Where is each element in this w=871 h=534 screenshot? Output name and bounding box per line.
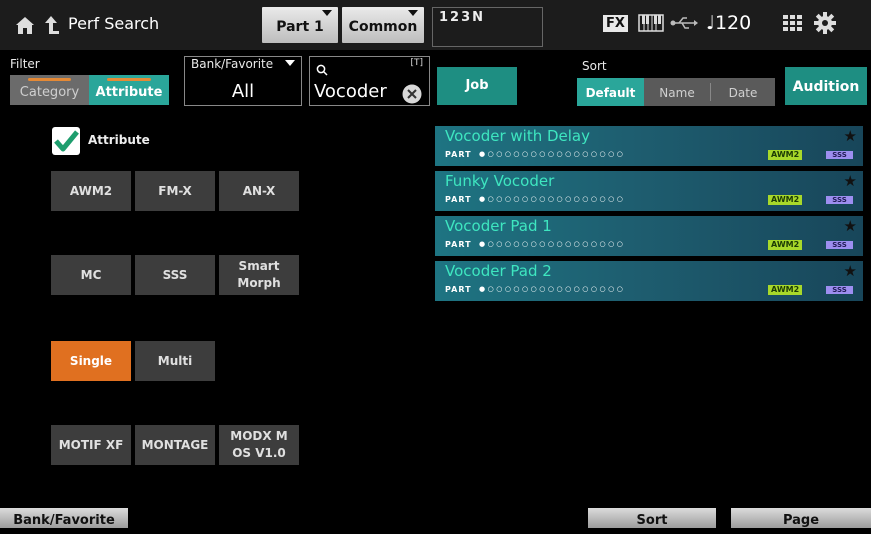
page-title: Perf Search	[68, 14, 160, 33]
attr-smart-morph-button[interactable]: Smart Morph	[219, 255, 299, 295]
sss-badge: SSS	[826, 151, 853, 159]
awm2-badge: AWM2	[768, 195, 803, 205]
attr-multi-button[interactable]: Multi	[135, 341, 215, 381]
back-arrow-icon[interactable]	[42, 13, 60, 37]
part-tab-label: Part 1	[276, 19, 324, 35]
sort-selector: Default Name Date	[577, 78, 775, 106]
performance-name: Vocoder with Delay	[445, 127, 590, 145]
attribute-checkbox[interactable]	[52, 127, 80, 155]
gear-icon[interactable]	[814, 12, 836, 34]
star-icon[interactable]: ★	[844, 172, 857, 190]
performance-name: Vocoder Pad 1	[445, 217, 552, 235]
filter-category-button[interactable]: Category	[10, 75, 89, 105]
attr-modx-m-os-button[interactable]: MODX M OS V1.0	[219, 425, 299, 465]
part-indicator: ●○○○○○○○○○○○○○○○○	[479, 195, 626, 203]
filter-category-label: Category	[19, 85, 80, 100]
common-tab-label: Common	[348, 19, 418, 35]
result-item[interactable]: Vocoder Pad 1 ★ PART ●○○○○○○○○○○○○○○○○ A…	[435, 216, 863, 256]
star-icon[interactable]: ★	[844, 262, 857, 280]
attr-mc-button[interactable]: MC	[51, 255, 131, 295]
text-input-tag: [T]	[410, 58, 423, 68]
check-icon	[54, 130, 79, 152]
part-indicator: ●○○○○○○○○○○○○○○○○	[479, 150, 626, 158]
part-label: PART	[445, 285, 472, 294]
result-item[interactable]: Vocoder with Delay ★ PART ●○○○○○○○○○○○○○…	[435, 126, 863, 166]
tempo-display[interactable]: ♩120	[706, 12, 751, 34]
filter-label: Filter	[10, 57, 40, 71]
usb-icon	[670, 15, 698, 31]
sort-date-button[interactable]: Date	[711, 78, 775, 106]
attr-an-x-button[interactable]: AN-X	[219, 171, 299, 211]
part-label: PART	[445, 150, 472, 159]
performance-name: Vocoder Pad 2	[445, 262, 552, 280]
performance-name: Funky Vocoder	[445, 172, 555, 190]
star-icon[interactable]: ★	[844, 217, 857, 235]
result-item[interactable]: Funky Vocoder ★ PART ●○○○○○○○○○○○○○○○○ A…	[435, 171, 863, 211]
chevron-down-icon	[285, 60, 295, 66]
clear-icon[interactable]	[402, 84, 422, 104]
attr-single-button[interactable]: Single	[51, 341, 131, 381]
sort-label: Sort	[582, 59, 607, 73]
search-field[interactable]: [T] Vocoder	[309, 56, 430, 106]
result-item[interactable]: Vocoder Pad 2 ★ PART ●○○○○○○○○○○○○○○○○ A…	[435, 261, 863, 301]
filter-attribute-label: Attribute	[95, 85, 163, 100]
awm2-badge: AWM2	[768, 285, 803, 295]
part-label: PART	[445, 195, 472, 204]
part-label: PART	[445, 240, 472, 249]
chevron-down-icon	[408, 10, 418, 16]
chevron-down-icon	[322, 10, 332, 16]
filter-attribute-button[interactable]: Attribute	[89, 75, 169, 105]
job-button[interactable]: Job	[437, 67, 517, 105]
keyboard-icon[interactable]	[638, 13, 664, 33]
bank-indicator: 123N	[432, 7, 543, 47]
attr-montage-button[interactable]: MONTAGE	[135, 425, 215, 465]
part-indicator: ●○○○○○○○○○○○○○○○○	[479, 285, 626, 293]
grid-icon[interactable]	[783, 15, 802, 32]
bank-favorite-value: All	[231, 81, 255, 102]
bank-favorite-button[interactable]: Bank/Favorite	[0, 508, 128, 528]
sss-badge: SSS	[826, 196, 853, 204]
indicator-line	[107, 78, 151, 81]
home-icon[interactable]	[14, 14, 36, 36]
indicator-line	[28, 78, 71, 81]
sort-button[interactable]: Sort	[588, 508, 716, 528]
page-button[interactable]: Page	[731, 508, 871, 528]
search-input[interactable]: Vocoder	[314, 81, 387, 102]
awm2-badge: AWM2	[768, 150, 803, 160]
sss-badge: SSS	[826, 286, 853, 294]
search-icon	[316, 61, 328, 76]
awm2-badge: AWM2	[768, 240, 803, 250]
common-tab[interactable]: Common	[342, 7, 424, 43]
attr-fm-x-button[interactable]: FM-X	[135, 171, 215, 211]
bank-favorite-selector[interactable]: Bank/Favorite All	[184, 56, 302, 106]
sss-badge: SSS	[826, 241, 853, 249]
attr-sss-button[interactable]: SSS	[135, 255, 215, 295]
sort-name-button[interactable]: Name	[644, 78, 710, 106]
fx-icon[interactable]: FX	[603, 15, 628, 32]
bank-favorite-label: Bank/Favorite	[191, 57, 274, 71]
part-indicator: ●○○○○○○○○○○○○○○○○	[479, 240, 626, 248]
audition-button[interactable]: Audition	[785, 67, 867, 105]
part-tab[interactable]: Part 1	[262, 7, 338, 43]
star-icon[interactable]: ★	[844, 127, 857, 145]
attr-motif-xf-button[interactable]: MOTIF XF	[51, 425, 131, 465]
attr-awm2-button[interactable]: AWM2	[51, 171, 131, 211]
attribute-checkbox-label: Attribute	[88, 133, 150, 147]
sort-default-button[interactable]: Default	[577, 78, 644, 106]
